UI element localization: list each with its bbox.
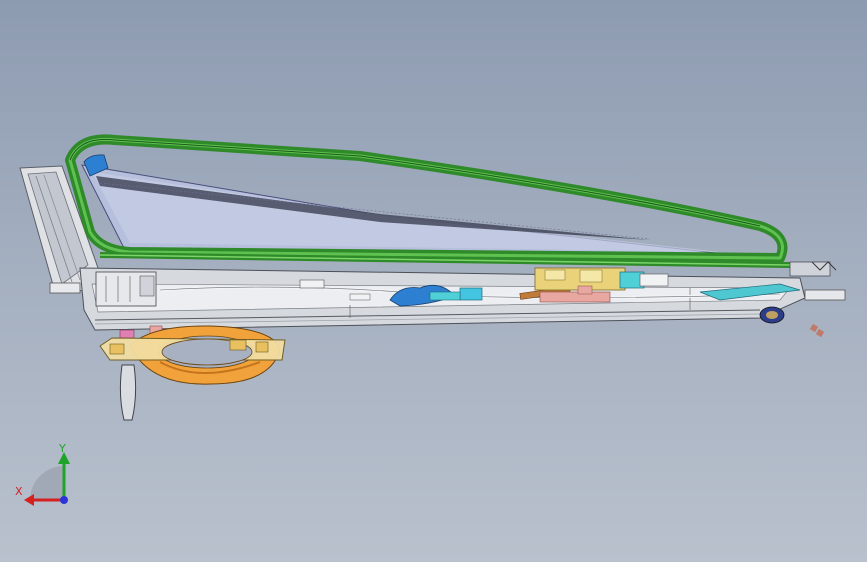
- sunroof-assembly-model: [19, 134, 846, 506]
- y-axis-label: Y: [59, 442, 66, 455]
- cad-viewport[interactable]: X Y: [0, 0, 867, 562]
- x-axis-label: X: [15, 485, 23, 498]
- drain-tube: [119, 364, 137, 421]
- coordinate-triad: [24, 452, 70, 506]
